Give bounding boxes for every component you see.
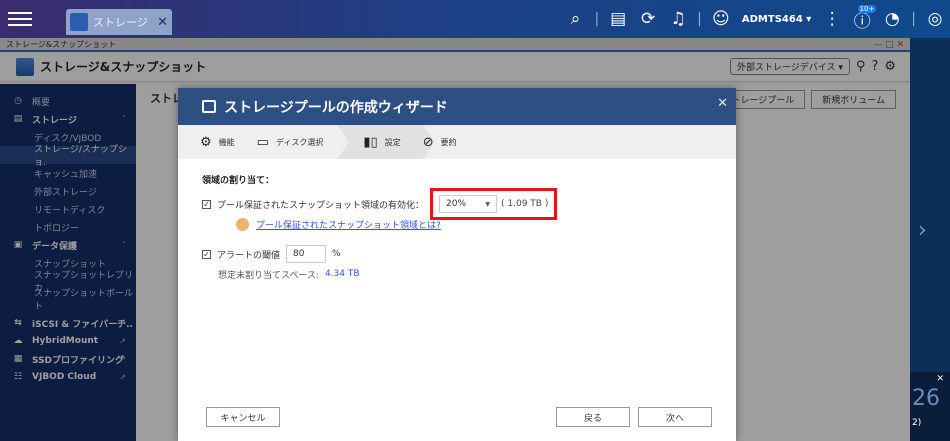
sync-icon[interactable]: ⟳	[633, 4, 663, 34]
notification-icon[interactable]: ♫	[663, 4, 693, 34]
create-pool-wizard: ストレージプールの作成ウィザード ✕ ⚙ 機能 ▭ ディスク選択 ▮▯ 設定 ⊘ 要約 …	[178, 88, 736, 441]
close-tab-icon[interactable]: ✕	[157, 15, 168, 30]
status-badge: 10+	[857, 5, 877, 13]
user-menu[interactable]: ADMTS464 ▾	[742, 14, 811, 25]
widget-text: 2)	[912, 418, 922, 428]
alert-threshold-checkbox[interactable]: ✓	[202, 249, 211, 259]
qsirch-icon[interactable]: ◎	[920, 4, 950, 34]
help-person-icon	[236, 217, 249, 231]
snapshot-reserve-checkbox[interactable]: ✓	[202, 199, 211, 209]
more-options-icon[interactable]: ⋮	[817, 4, 847, 34]
system-status-icon[interactable]: ⓘ 10+	[847, 4, 877, 34]
dropdown-arrow-icon: ▼	[485, 200, 491, 208]
step-summary: ⊘ 要約	[422, 134, 457, 150]
section-title: 領域の割り当て：	[202, 176, 275, 186]
widget-close-icon[interactable]: ✕	[936, 374, 944, 384]
wizard-steps: ⚙ 機能 ▭ ディスク選択 ▮▯ 設定 ⊘ 要約	[178, 125, 736, 159]
wizard-title: ストレージプールの作成ウィザード	[224, 99, 448, 116]
chevron-right-icon[interactable]: ›	[918, 218, 927, 243]
qts-taskbar: ストレージ ✕ ⌕ | ▤ ⟳ ♫ | ☺ ADMTS464 ▾ ⋮ ⓘ 10+ …	[0, 0, 950, 38]
search-icon[interactable]: ⌕	[560, 4, 590, 34]
highlight-box: 20% ▼ ( 1.09 TB )	[430, 188, 558, 220]
cancel-button[interactable]: キャンセル	[206, 407, 280, 427]
settings-icon: ▮▯	[363, 134, 378, 150]
back-button[interactable]: 戻る	[556, 407, 630, 427]
user-icon[interactable]: ☺	[706, 4, 736, 34]
unallocated-space: 想定未割り当てスペース: 4.34 TB	[218, 269, 360, 281]
step-settings: ▮▯ 設定	[337, 125, 436, 159]
snapshot-reserve-size: ( 1.09 TB )	[501, 199, 549, 209]
wizard-close-button[interactable]: ✕	[717, 96, 728, 111]
alert-threshold-input[interactable]: 80	[286, 245, 327, 263]
alert-threshold-row: ✓ アラートの閾値 80 %	[202, 244, 712, 264]
gear-icon: ⚙	[200, 134, 212, 150]
step-disk-select: ▭ ディスク選択	[256, 134, 324, 150]
check-circle-icon: ⊘	[422, 134, 434, 150]
widget-number: 26	[912, 386, 940, 411]
snapshot-reserve-label: プール保証されたスナップショット領域の有効化：	[217, 200, 425, 211]
task-icon[interactable]: ▤	[603, 4, 633, 34]
alert-threshold-label: アラートの閾値	[217, 250, 281, 261]
next-button[interactable]: 次へ	[638, 407, 712, 427]
window-icon	[202, 100, 216, 113]
app-tab-title: ストレージ	[93, 16, 148, 29]
wizard-header: ストレージプールの作成ウィザード ✕	[178, 88, 736, 125]
disk-icon: ▭	[256, 134, 269, 150]
alert-unit: %	[332, 249, 341, 259]
main-menu-icon[interactable]	[8, 8, 32, 30]
wizard-body: 領域の割り当て： ✓ プール保証されたスナップショット領域の有効化： 20% ▼ …	[178, 159, 736, 399]
app-tab-storage[interactable]: ストレージ ✕	[66, 9, 172, 35]
notification-widget: ✕ 26 2)	[910, 372, 950, 441]
snapshot-reserve-select[interactable]: 20% ▼	[439, 195, 498, 213]
snapshot-reserve-row: ✓ プール保証されたスナップショット領域の有効化： 20% ▼ ( 1.09 TB…	[202, 188, 712, 220]
wizard-footer: キャンセル 戻る 次へ	[178, 399, 736, 441]
dashboard-icon[interactable]: ◔	[877, 4, 907, 34]
unallocated-value: 4.34 TB	[324, 269, 360, 279]
storage-app-icon	[70, 13, 88, 31]
step-function: ⚙ 機能	[200, 134, 235, 150]
